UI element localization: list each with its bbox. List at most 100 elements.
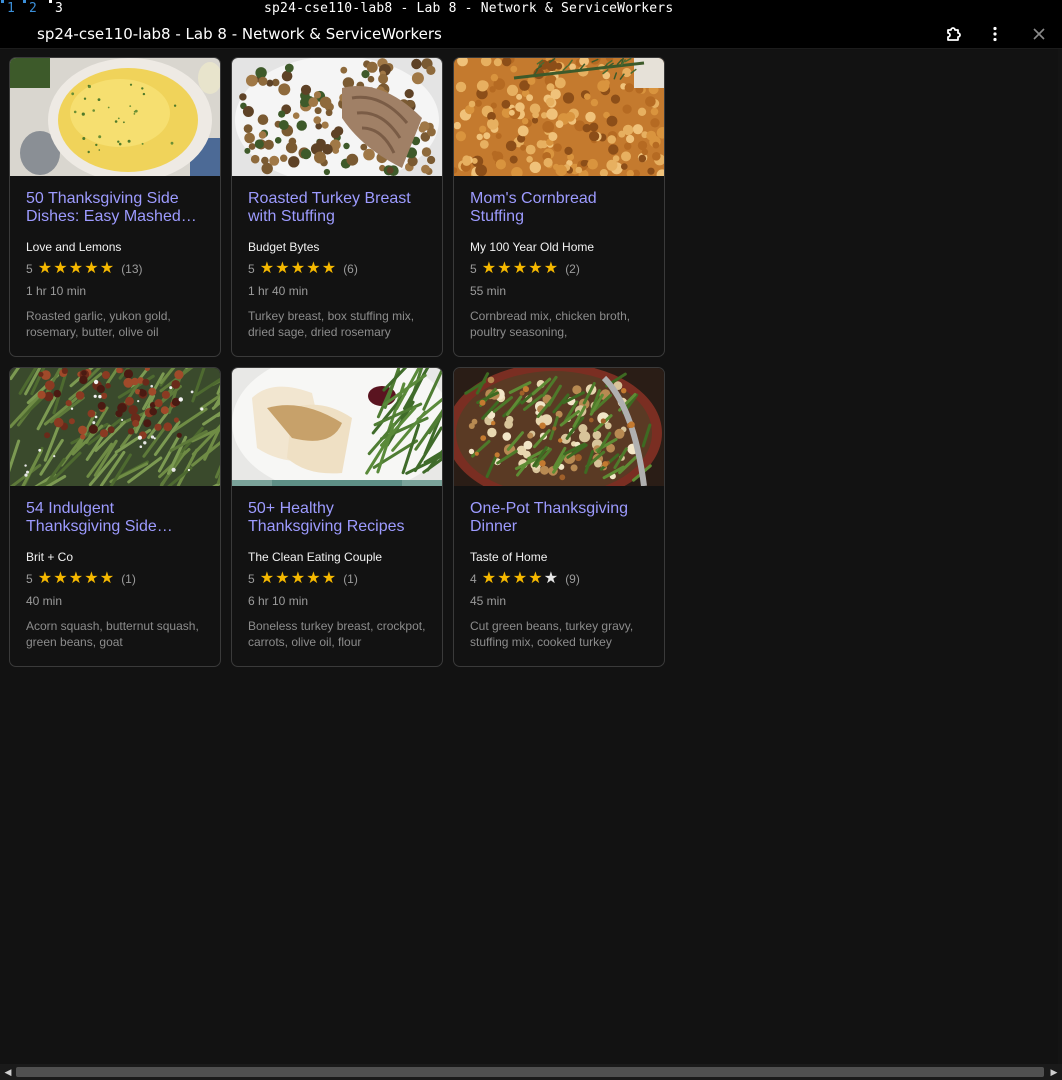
recipe-title-link[interactable]: 50 Thanksgiving Side Dishes: Easy Mashed…: [26, 190, 204, 226]
window-edge: [1058, 49, 1062, 1064]
recipe-title-link[interactable]: One-Pot Thanksgiving Dinner: [470, 500, 648, 536]
recipe-image[interactable]: [10, 58, 220, 176]
cook-time: 45 min: [470, 594, 507, 608]
recipe-card[interactable]: Mom's Cornbread Stuffing My 100 Year Old …: [453, 57, 665, 357]
rating-row: 4 ★ ★ ★ ★ ★ (9): [470, 570, 648, 588]
workspace-2[interactable]: 2: [23, 0, 37, 16]
star-icon: ★: [99, 260, 115, 277]
scroll-right-arrow-icon[interactable]: ▶: [1046, 1064, 1062, 1080]
star-icon: ★: [321, 260, 337, 277]
recipe-card[interactable]: 54 Indulgent Thanksgiving Side… Brit + Co…: [9, 367, 221, 667]
ingredients: Boneless turkey breast, crockpot, carrot…: [248, 619, 426, 649]
app-titlebar: sp24-cse110-lab8 - Lab 8 - Network & Ser…: [0, 19, 1062, 49]
rating-value: 5: [26, 262, 33, 276]
recipe-card[interactable]: Roasted Turkey Breast with Stuffing Budge…: [231, 57, 443, 357]
star-icon: ★: [306, 260, 321, 277]
recipe-card[interactable]: One-Pot Thanksgiving Dinner Taste of Home…: [453, 367, 665, 667]
recipe-title-link[interactable]: Mom's Cornbread Stuffing: [470, 190, 648, 226]
recipe-card-body: Roasted Turkey Breast with Stuffing Budge…: [232, 176, 442, 340]
workspace-1[interactable]: 1: [1, 0, 15, 16]
star-icon: ★: [37, 260, 53, 277]
extension-icon[interactable]: [944, 24, 964, 44]
workspace-3[interactable]: 3: [49, 0, 63, 16]
star-icon: ★: [37, 570, 53, 587]
recipe-card-body: Mom's Cornbread Stuffing My 100 Year Old …: [454, 176, 664, 340]
star-icon: ★: [290, 260, 306, 277]
review-count: (1): [343, 572, 358, 586]
star-icon: ★: [543, 260, 559, 277]
star-icon: ★: [512, 570, 528, 587]
ingredients: Cut green beans, turkey gravy, stuffing …: [470, 619, 634, 649]
recipe-title-link[interactable]: 50+ Healthy Thanksgiving Recipes: [248, 500, 426, 536]
star-icon: ★: [53, 570, 68, 587]
recipe-source: Love and Lemons: [26, 240, 122, 254]
recipe-source: Taste of Home: [470, 550, 548, 564]
star-rating: ★ ★ ★ ★ ★: [38, 261, 116, 277]
recipe-title-link[interactable]: Roasted Turkey Breast with Stuffing: [248, 190, 426, 226]
star-icon: ★: [99, 570, 115, 587]
star-icon: ★: [543, 570, 559, 587]
cook-time: 1 hr 10 min: [26, 284, 87, 298]
close-icon[interactable]: [1029, 24, 1049, 44]
star-icon: ★: [84, 570, 99, 587]
recipe-image[interactable]: [232, 368, 442, 486]
recipe-card[interactable]: 50 Thanksgiving Side Dishes: Easy Mashed…: [9, 57, 221, 357]
star-rating: ★ ★ ★ ★ ★: [260, 261, 338, 277]
cook-time: 1 hr 40 min: [248, 284, 309, 298]
star-icon: ★: [259, 260, 275, 277]
review-count: (2): [565, 262, 580, 276]
cook-time: 55 min: [470, 284, 507, 298]
recipe-card-body: One-Pot Thanksgiving Dinner Taste of Home…: [454, 486, 664, 650]
recipe-grid: 50 Thanksgiving Side Dishes: Easy Mashed…: [9, 57, 665, 667]
star-rating: ★ ★ ★ ★ ★: [260, 571, 338, 587]
star-icon: ★: [68, 570, 84, 587]
app-title: sp24-cse110-lab8 - Lab 8 - Network & Ser…: [37, 25, 442, 43]
star-rating: ★ ★ ★ ★ ★: [482, 571, 560, 587]
review-count: (9): [565, 572, 580, 586]
rating-value: 5: [26, 572, 33, 586]
wm-window-title: sp24-cse110-lab8 - Lab 8 - Network & Ser…: [264, 1, 674, 16]
horizontal-scrollbar[interactable]: ◀ ▶: [0, 1064, 1062, 1080]
recipe-card-body: 50 Thanksgiving Side Dishes: Easy Mashed…: [10, 176, 220, 340]
recipe-card[interactable]: 50+ Healthy Thanksgiving Recipes The Clea…: [231, 367, 443, 667]
recipe-card-body: 50+ Healthy Thanksgiving Recipes The Clea…: [232, 486, 442, 650]
rating-row: 5 ★ ★ ★ ★ ★ (13): [26, 260, 204, 278]
recipe-source: My 100 Year Old Home: [470, 240, 595, 254]
star-icon: ★: [275, 570, 290, 587]
rating-value: 5: [248, 572, 255, 586]
star-icon: ★: [497, 260, 512, 277]
page-content: 50 Thanksgiving Side Dishes: Easy Mashed…: [0, 49, 1062, 1064]
star-icon: ★: [497, 570, 512, 587]
ingredients: Roasted garlic, yukon gold, rosemary, bu…: [26, 309, 171, 339]
cook-time: 6 hr 10 min: [248, 594, 309, 608]
recipe-image[interactable]: [454, 368, 664, 486]
recipe-source: Budget Bytes: [248, 240, 320, 254]
rating-row: 5 ★ ★ ★ ★ ★ (1): [26, 570, 204, 588]
recipe-card-body: 54 Indulgent Thanksgiving Side… Brit + Co…: [10, 486, 220, 650]
rating-row: 5 ★ ★ ★ ★ ★ (6): [248, 260, 426, 278]
recipe-image[interactable]: [454, 58, 664, 176]
review-count: (13): [121, 262, 143, 276]
window-manager-bar: 1 2 3 sp24-cse110-lab8 - Lab 8 - Network…: [0, 0, 1062, 19]
rating-value: 5: [248, 262, 255, 276]
cook-time: 40 min: [26, 594, 63, 608]
rating-value: 5: [470, 262, 477, 276]
review-count: (1): [121, 572, 136, 586]
star-icon: ★: [84, 260, 99, 277]
scroll-left-arrow-icon[interactable]: ◀: [0, 1064, 16, 1080]
star-icon: ★: [53, 260, 68, 277]
rating-value: 4: [470, 572, 477, 586]
star-icon: ★: [481, 570, 497, 587]
scrollbar-thumb[interactable]: [16, 1067, 1044, 1077]
star-icon: ★: [275, 260, 290, 277]
star-rating: ★ ★ ★ ★ ★: [38, 571, 116, 587]
recipe-image[interactable]: [232, 58, 442, 176]
star-icon: ★: [512, 260, 528, 277]
kebab-menu-icon[interactable]: [985, 24, 1005, 44]
recipe-title-link[interactable]: 54 Indulgent Thanksgiving Side…: [26, 500, 204, 536]
star-icon: ★: [290, 570, 306, 587]
star-icon: ★: [528, 260, 543, 277]
ingredients: Cornbread mix, chicken broth, poultry se…: [470, 309, 631, 339]
rating-row: 5 ★ ★ ★ ★ ★ (2): [470, 260, 648, 278]
recipe-image[interactable]: [10, 368, 220, 486]
